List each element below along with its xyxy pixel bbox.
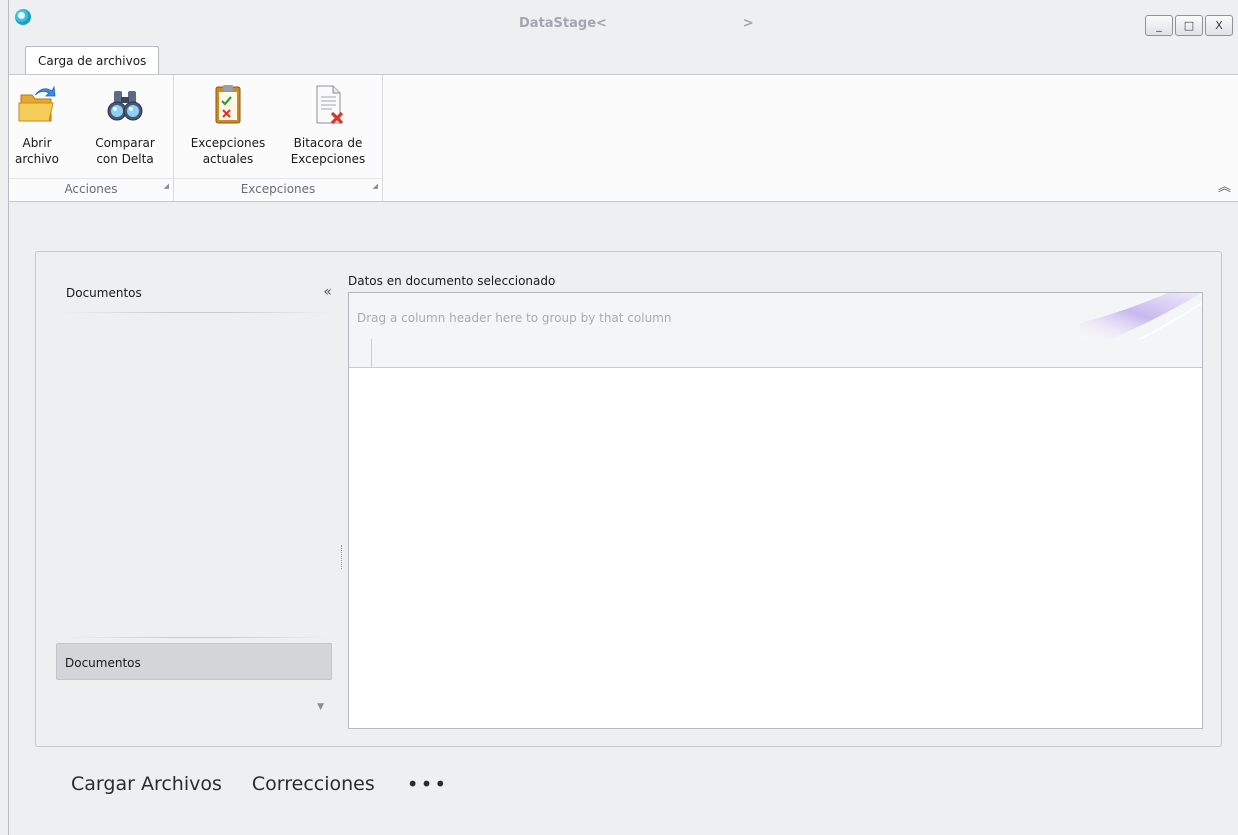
document-delete-icon bbox=[308, 83, 348, 127]
maximize-icon: □ bbox=[1183, 19, 1195, 32]
current-exceptions-label-1: Excepciones bbox=[190, 136, 266, 150]
close-icon: X bbox=[1215, 19, 1223, 32]
group-by-panel[interactable]: Drag a column header here to group by th… bbox=[349, 293, 1202, 340]
chevron-down-icon[interactable]: ▼ bbox=[317, 702, 324, 712]
group-by-hint: Drag a column header here to group by th… bbox=[357, 311, 672, 325]
current-exceptions-label-2: actuales bbox=[202, 152, 254, 166]
open-file-label-2: archivo bbox=[15, 152, 60, 166]
clipboard-check-icon bbox=[208, 83, 248, 127]
compare-delta-label-1: Comparar bbox=[95, 136, 155, 150]
main-panel: Documentos « Documentos ▼ Datos en docum… bbox=[35, 251, 1222, 747]
group-label-excepciones-text: Excepciones bbox=[240, 182, 316, 196]
exceptions-log-button[interactable]: Bitacora de Excepciones bbox=[280, 83, 376, 167]
row-indicator-header[interactable] bbox=[349, 339, 372, 367]
column-header-row bbox=[349, 339, 1202, 368]
nav-pane-title: Documentos bbox=[66, 286, 142, 300]
ribbon: Abrir archivo Comparar con Delta Accione… bbox=[9, 74, 1238, 202]
app-logo-icon bbox=[15, 9, 31, 25]
title-bar: DataStage< > _ □ X bbox=[9, 0, 1238, 44]
decorative-swoosh bbox=[1080, 293, 1202, 339]
ribbon-group-acciones: Abrir archivo Comparar con Delta Accione… bbox=[9, 75, 174, 201]
tab-carga-de-archivos[interactable]: Carga de archivos bbox=[25, 46, 160, 75]
close-button[interactable]: X bbox=[1205, 15, 1233, 36]
group-label-excepciones: Excepciones ◢ bbox=[174, 178, 382, 199]
compare-delta-button[interactable]: Comparar con Delta bbox=[87, 83, 163, 167]
group-label-acciones-text: Acciones bbox=[64, 182, 118, 196]
dialog-launcher-icon[interactable]: ◢ bbox=[164, 176, 169, 196]
grid-caption: Datos en documento seleccionado bbox=[348, 274, 556, 288]
ribbon-group-excepciones: Excepciones actuales Bitacora de Excepci… bbox=[174, 75, 383, 201]
nav-pane-header: Documentos « bbox=[62, 272, 332, 312]
current-exceptions-button[interactable]: Excepciones actuales bbox=[180, 83, 276, 167]
collapse-ribbon-icon[interactable]: ︽ bbox=[1218, 176, 1231, 195]
collapse-nav-icon[interactable]: « bbox=[323, 284, 332, 300]
window-controls: _ □ X bbox=[1145, 15, 1233, 36]
nav-item-correcciones[interactable]: Correcciones bbox=[252, 773, 375, 795]
group-label-acciones: Acciones ◢ bbox=[9, 178, 173, 199]
open-file-label-1: Abrir bbox=[22, 136, 52, 150]
exceptions-log-label-2: Excepciones bbox=[290, 152, 366, 166]
nav-group-divider bbox=[66, 637, 334, 638]
exceptions-log-label-1: Bitacora de bbox=[293, 136, 363, 150]
compare-delta-label-2: con Delta bbox=[96, 152, 154, 166]
maximize-button[interactable]: □ bbox=[1175, 15, 1203, 36]
open-folder-icon bbox=[17, 83, 57, 127]
window-title: DataStage< > bbox=[519, 16, 754, 31]
nav-overflow-panel[interactable]: ▼ bbox=[56, 686, 332, 728]
nav-group-documentos[interactable]: Documentos bbox=[56, 643, 332, 680]
binoculars-icon bbox=[105, 83, 145, 127]
bottom-navigation: Cargar Archivos Correcciones ••• bbox=[71, 772, 448, 796]
more-options-icon[interactable]: ••• bbox=[407, 772, 448, 796]
minimize-icon: _ bbox=[1156, 19, 1162, 32]
main-window: DataStage< > _ □ X Carga de archivos Abr… bbox=[8, 0, 1238, 835]
minimize-button[interactable]: _ bbox=[1145, 15, 1173, 36]
nav-item-cargar-archivos[interactable]: Cargar Archivos bbox=[71, 773, 222, 795]
dialog-launcher-icon[interactable]: ◢ bbox=[373, 176, 378, 196]
splitter-handle[interactable] bbox=[341, 545, 345, 569]
data-grid[interactable]: Drag a column header here to group by th… bbox=[348, 292, 1203, 729]
nav-header-divider bbox=[62, 312, 332, 313]
open-file-button[interactable]: Abrir archivo bbox=[15, 83, 59, 167]
